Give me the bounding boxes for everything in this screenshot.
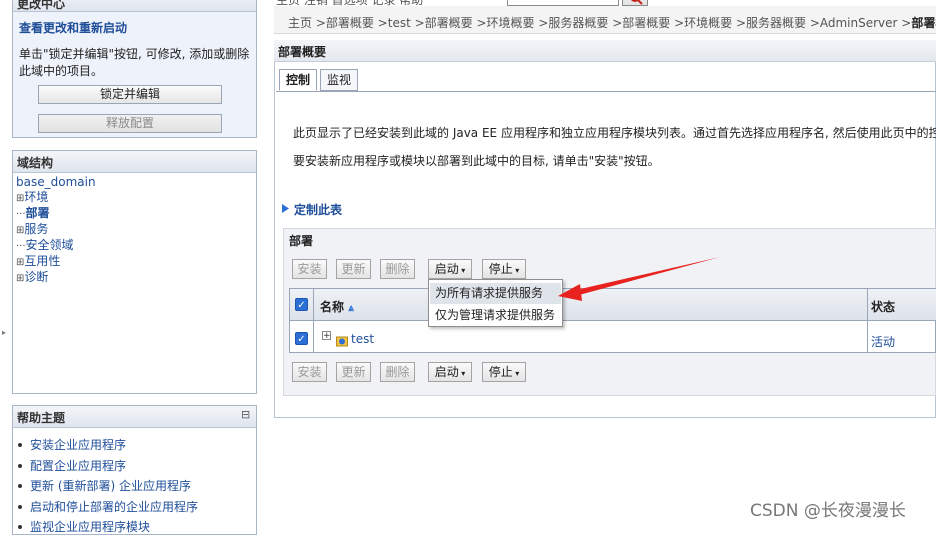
- application-icon: [336, 335, 348, 347]
- menu-item-serve-all-requests[interactable]: 为所有请求提供服务: [430, 283, 561, 304]
- page-description-1: 此页显示了已经安装到此域的 Java EE 应用程序和独立应用程序模块列表。通过…: [293, 126, 936, 140]
- install-button[interactable]: 安装: [292, 259, 327, 279]
- deployment-status: 活动: [871, 335, 896, 349]
- page-title: 部署概要: [274, 40, 936, 62]
- tree-item-label[interactable]: 环境: [24, 190, 48, 204]
- tree-item[interactable]: ⊞诊断: [16, 269, 48, 287]
- chevron-down-icon: ▾: [512, 266, 520, 275]
- lock-edit-button[interactable]: 锁定并编辑: [38, 85, 222, 104]
- annotation-arrow: [558, 257, 720, 301]
- tab-control[interactable]: 控制: [279, 69, 317, 91]
- start-dropdown[interactable]: 启动 ▾: [428, 362, 472, 382]
- chevron-down-icon: ▾: [458, 369, 466, 378]
- menu-item-serve-admin-requests[interactable]: 仅为管理请求提供服务: [430, 305, 561, 326]
- change-center-desc-1: 单击"锁定并编辑"按钮, 可修改, 添加或删除: [19, 47, 250, 61]
- help-topic-link[interactable]: 启动和停止部署的企业应用程序: [30, 499, 198, 515]
- stop-dropdown[interactable]: 停止 ▾: [482, 259, 526, 279]
- tree-item-label[interactable]: 安全领域: [26, 238, 74, 252]
- help-list: 安装企业应用程序 配置企业应用程序更新 (重新部署) 企业应用程序 启动和停止部署的…: [12, 437, 257, 534]
- help-topic-link[interactable]: 监视企业应用程序模块: [30, 519, 150, 535]
- stop-label: 停止: [488, 365, 513, 379]
- help-topic-link[interactable]: 更新 (重新部署) 企业应用程序: [30, 478, 191, 494]
- collapse-handle-icon[interactable]: ▸: [2, 328, 6, 337]
- tree-item-label[interactable]: 诊断: [24, 270, 48, 284]
- column-divider: [313, 289, 314, 353]
- select-all-checkbox[interactable]: ✓: [295, 298, 308, 311]
- start-label: 启动: [434, 262, 459, 276]
- help-title: 帮助主题: [13, 406, 256, 428]
- view-changes-link[interactable]: 查看更改和重新启动: [19, 19, 127, 36]
- tree-connector-icon: ···: [16, 209, 26, 220]
- customize-table-link[interactable]: 定制此表: [294, 201, 342, 218]
- tree-connector-icon: ···: [16, 241, 26, 252]
- domain-structure-title: 域结构: [13, 151, 256, 173]
- column-divider: [867, 289, 868, 353]
- change-center-title: 更改中心: [13, 0, 256, 12]
- tree-item-label[interactable]: 互用性: [24, 254, 60, 268]
- tab-underline: [276, 91, 936, 92]
- deployment-name-link[interactable]: test: [351, 332, 374, 346]
- customize-toggle-icon[interactable]: [281, 203, 290, 214]
- bullet: [18, 443, 22, 447]
- bullet: [18, 463, 22, 468]
- watermark: CSDN @长夜漫漫长: [750, 501, 906, 521]
- breadcrumb[interactable]: 主页 >部署概要 >test >部署概要 >环境概要 >服务器概要 >部署概要 …: [288, 14, 936, 31]
- release-config-button[interactable]: 释放配置: [38, 114, 222, 133]
- update-button[interactable]: 更新: [336, 362, 371, 382]
- stop-label: 停止: [488, 262, 513, 276]
- column-header-status[interactable]: 状态: [871, 298, 895, 315]
- change-center-desc-2: 此域中的项目。: [19, 64, 104, 78]
- stop-dropdown[interactable]: 停止 ▾: [482, 362, 526, 382]
- tree-item-label[interactable]: 服务: [24, 222, 48, 236]
- bullet: [18, 525, 22, 529]
- delete-button[interactable]: 删除: [380, 259, 415, 279]
- tab-monitor[interactable]: 监视: [320, 69, 358, 91]
- column-name-label: 名称: [320, 300, 345, 314]
- breadcrumb-path[interactable]: 主页 >部署概要 >test >部署概要 >环境概要 >服务器概要 >部署概要 …: [288, 16, 911, 30]
- help-topic-link[interactable]: 配置企业应用程序: [30, 458, 126, 474]
- section-title: 部署: [289, 234, 314, 248]
- chevron-down-icon: ▾: [512, 369, 520, 378]
- help-topic-link[interactable]: 安装企业应用程序: [30, 437, 126, 453]
- sort-ascending-icon[interactable]: ⩓: [348, 303, 354, 314]
- chevron-down-icon: ▾: [458, 266, 466, 275]
- column-header-name[interactable]: 名称 ⩓: [320, 298, 354, 315]
- start-label: 启动: [434, 365, 459, 379]
- tree-item-label[interactable]: 部署: [26, 206, 50, 220]
- domain-tree: ⊞环境 ···部署 ⊞服务 ···安全领域 ⊞互用性 ⊞诊断: [0, 189, 257, 289]
- domain-root-link[interactable]: base_domain: [16, 175, 96, 189]
- bullet: [18, 484, 22, 488]
- start-dropdown-menu: 为所有请求提供服务 仅为管理请求提供服务: [428, 279, 563, 327]
- install-button[interactable]: 安装: [292, 362, 327, 382]
- breadcrumb-current: 部署概要: [911, 16, 936, 30]
- search-icon: [631, 0, 643, 5]
- page-description-2: 要安装新应用程序或模块以部署到此域中的目标, 请单击"安装"按钮。: [293, 154, 660, 168]
- start-dropdown[interactable]: 启动 ▾: [428, 259, 472, 279]
- row-checkbox[interactable]: ✓: [295, 332, 308, 345]
- delete-button[interactable]: 删除: [380, 362, 415, 382]
- expand-row-icon[interactable]: +: [322, 331, 331, 341]
- help-collapse-icon[interactable]: ⊟: [241, 408, 250, 421]
- bullet: [18, 504, 22, 509]
- update-button[interactable]: 更新: [336, 259, 371, 279]
